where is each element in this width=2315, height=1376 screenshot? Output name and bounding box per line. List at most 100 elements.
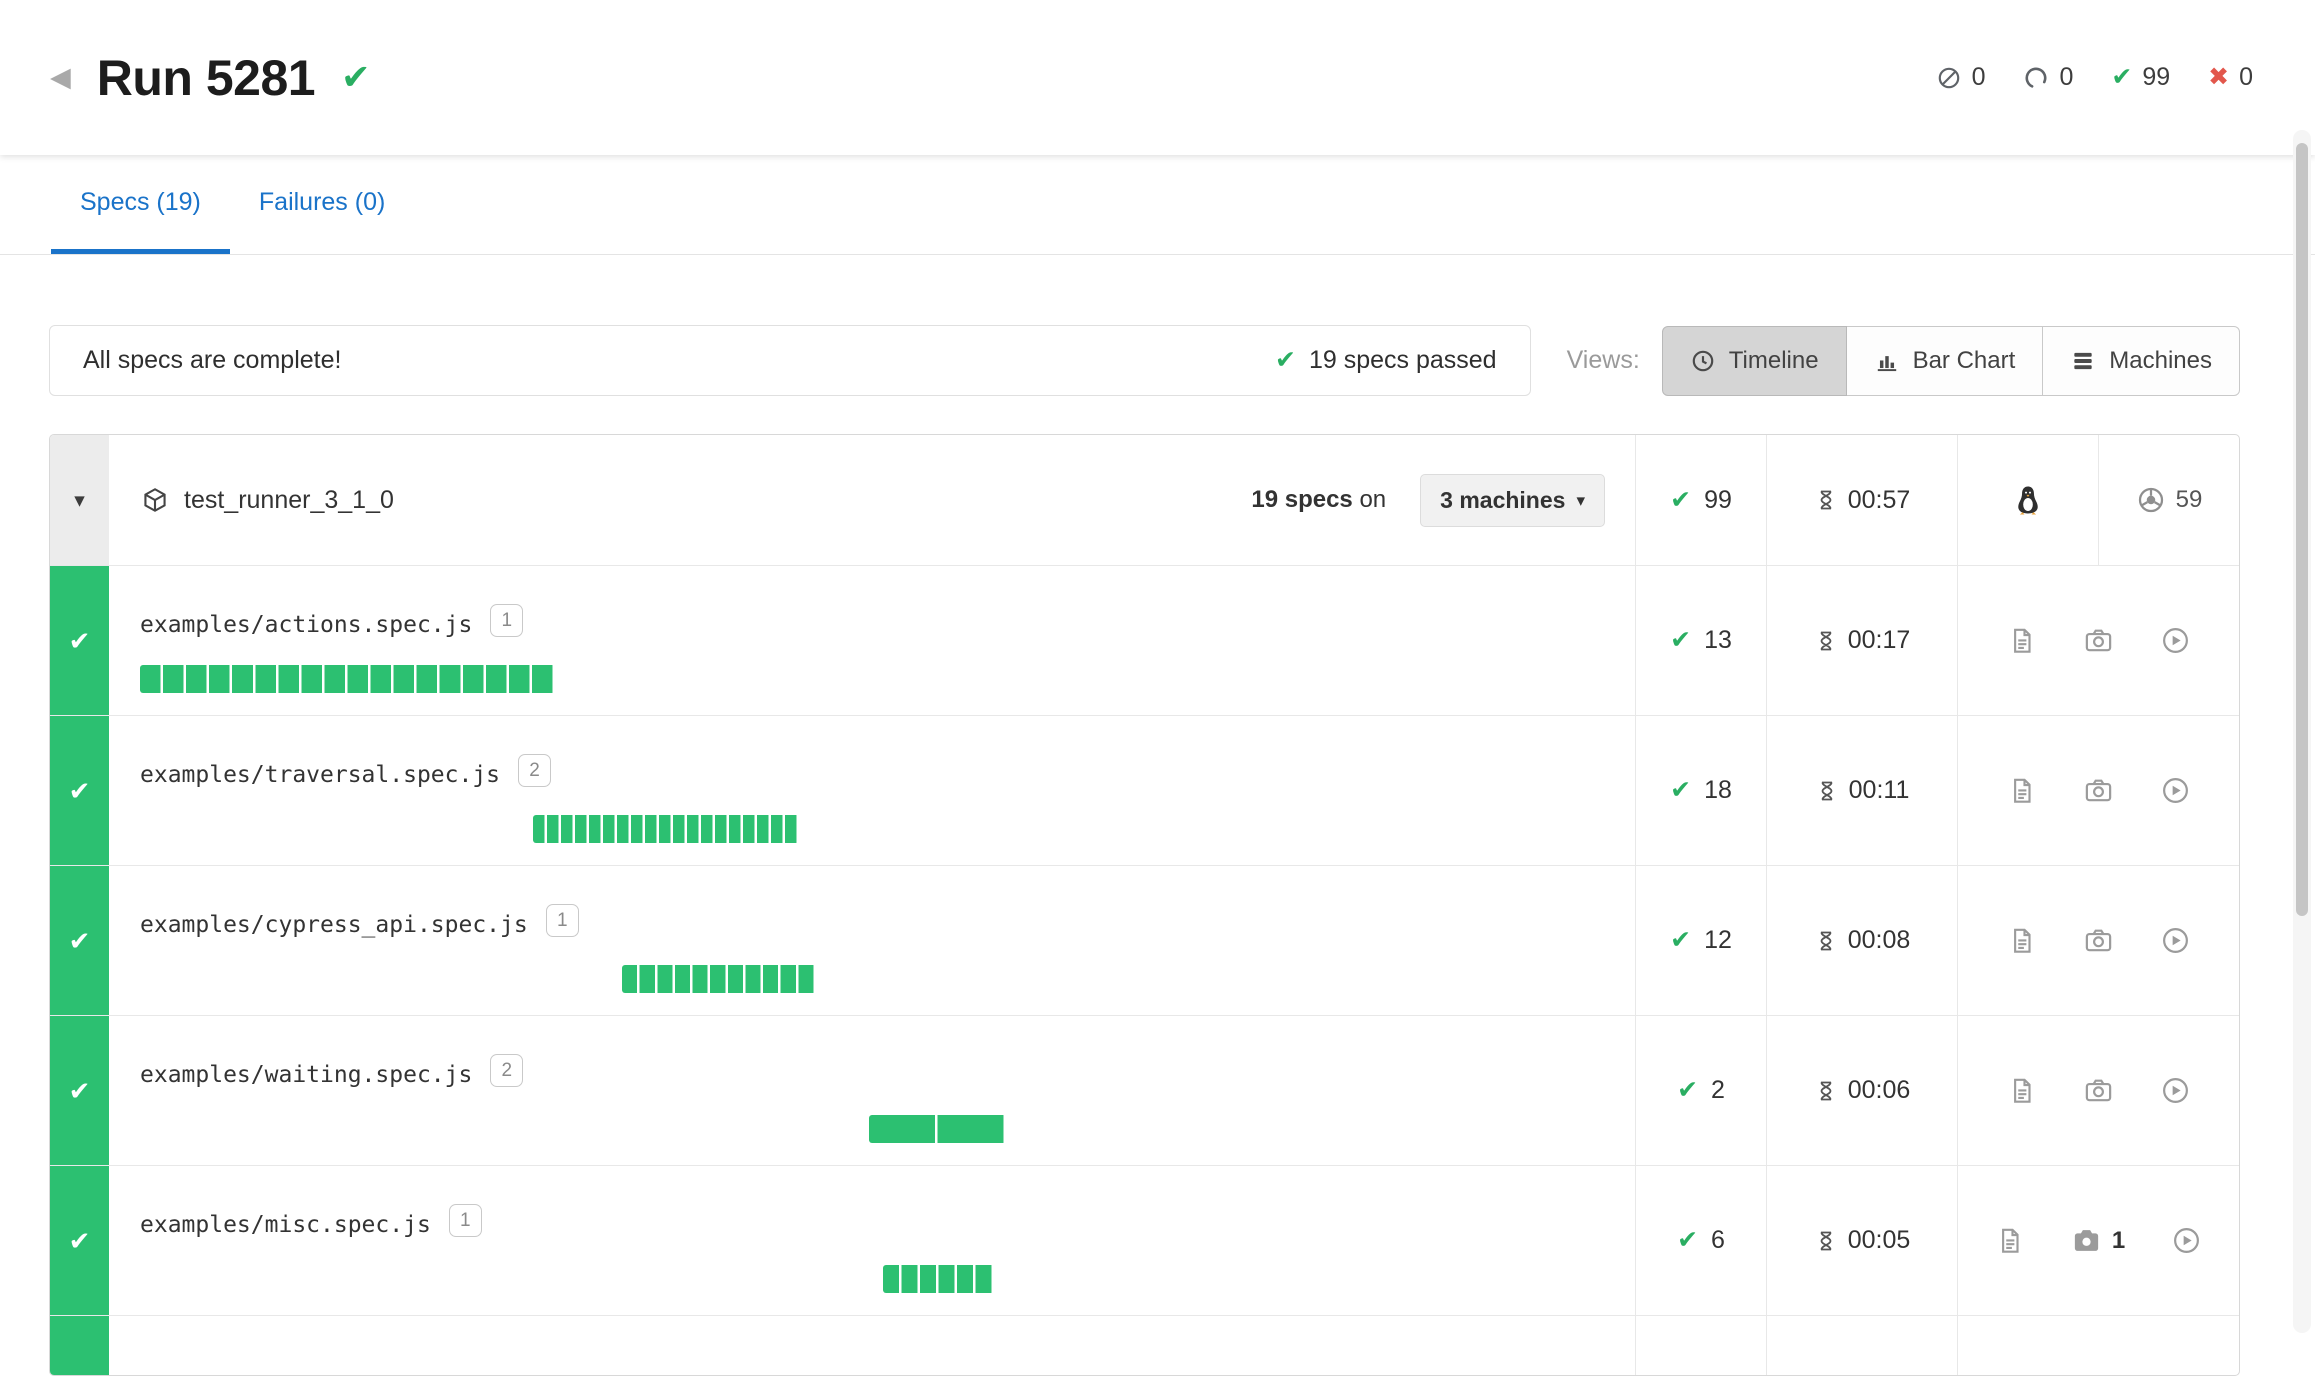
tabs-bar: Specs (19) Failures (0) bbox=[0, 155, 2315, 255]
view-machines-button[interactable]: Machines bbox=[2042, 326, 2240, 396]
spec-artifacts-cell: 1 bbox=[1957, 1166, 2239, 1315]
spec-machine-badge: 1 bbox=[449, 1204, 482, 1237]
os-cell bbox=[1958, 435, 2098, 565]
spec-duration-cell: 00:08 bbox=[1766, 866, 1957, 1015]
spec-duration-cell: 00:17 bbox=[1766, 566, 1957, 715]
views-label: Views: bbox=[1567, 346, 1640, 375]
check-icon: ✔ bbox=[69, 928, 91, 954]
output-log-icon[interactable] bbox=[2007, 776, 2037, 806]
spec-machine-badge: 1 bbox=[546, 904, 579, 937]
screenshots-icon[interactable] bbox=[2083, 625, 2114, 656]
timeline-bar[interactable] bbox=[622, 965, 816, 993]
specs-table: ▾ test_runner_3_1_0 19 specs on 3 machin… bbox=[49, 434, 2240, 1376]
view-timeline-label: Timeline bbox=[1729, 347, 1819, 375]
spec-artifacts-cell bbox=[1957, 1016, 2239, 1165]
output-log-icon[interactable] bbox=[2007, 926, 2037, 956]
spec-duration: 00:06 bbox=[1848, 1076, 1911, 1105]
check-icon: ✔ bbox=[69, 628, 91, 654]
scrollbar-thumb[interactable] bbox=[2296, 143, 2308, 916]
group-duration: 00:57 bbox=[1848, 486, 1911, 515]
group-passed-count: 99 bbox=[1704, 486, 1732, 515]
passed-check-icon: ✔ bbox=[2111, 65, 2132, 90]
output-log-icon[interactable] bbox=[2007, 626, 2037, 656]
spec-passed-cell: ✔ 13 bbox=[1635, 566, 1766, 715]
view-timeline-button[interactable]: Timeline bbox=[1662, 326, 1847, 396]
video-play-icon[interactable] bbox=[2160, 925, 2191, 956]
check-icon: ✔ bbox=[69, 778, 91, 804]
spec-duration-cell: 00:11 bbox=[1766, 716, 1957, 865]
banner-passed-label: 19 specs passed bbox=[1309, 346, 1497, 375]
timeline-bar[interactable] bbox=[869, 1115, 1006, 1143]
tab-specs[interactable]: Specs (19) bbox=[51, 155, 230, 254]
spec-file-name[interactable]: examples/traversal.spec.js bbox=[140, 762, 500, 788]
output-log-icon[interactable] bbox=[2007, 1076, 2037, 1106]
group-specs-summary: 19 specs on bbox=[1251, 486, 1386, 514]
screenshots-with-count[interactable]: 1 bbox=[2071, 1225, 2125, 1256]
tab-failures[interactable]: Failures (0) bbox=[230, 155, 414, 254]
toolbar: All specs are complete! ✔ 19 specs passe… bbox=[49, 325, 2240, 396]
spec-file-name[interactable]: examples/misc.spec.js bbox=[140, 1212, 431, 1238]
check-icon: ✔ bbox=[1670, 928, 1691, 953]
video-play-icon[interactable] bbox=[2171, 1225, 2202, 1256]
group-collapse-button[interactable]: ▾ bbox=[50, 435, 109, 565]
spec-row: ✔ examples/traversal.spec.js 2 ✔ 18 00:1… bbox=[50, 715, 2239, 865]
hourglass-icon bbox=[1814, 629, 1838, 653]
hourglass-icon bbox=[1815, 779, 1839, 803]
timeline-bar[interactable] bbox=[140, 665, 555, 693]
view-bar-chart-label: Bar Chart bbox=[1913, 347, 2016, 375]
spec-file-name[interactable]: examples/waiting.spec.js bbox=[140, 1062, 472, 1088]
video-play-icon[interactable] bbox=[2160, 775, 2191, 806]
output-log-icon[interactable] bbox=[1995, 1226, 2025, 1256]
video-play-icon[interactable] bbox=[2160, 625, 2191, 656]
video-play-icon[interactable] bbox=[2160, 1075, 2191, 1106]
machines-dropdown[interactable]: 3 machines ▾ bbox=[1420, 474, 1605, 527]
check-icon: ✔ bbox=[1677, 1078, 1698, 1103]
hourglass-icon bbox=[1814, 1229, 1838, 1253]
screenshots-icon[interactable] bbox=[2083, 775, 2114, 806]
check-icon: ✔ bbox=[1670, 488, 1691, 513]
spec-status-strip: ✔ bbox=[50, 866, 109, 1015]
spec-cell: examples/misc.spec.js 1 bbox=[109, 1166, 1635, 1315]
spec-file-name[interactable]: examples/cypress_api.spec.js bbox=[140, 912, 528, 938]
screenshots-count: 1 bbox=[2112, 1227, 2125, 1255]
spec-passed-cell: ✔ 12 bbox=[1635, 866, 1766, 1015]
spec-status-strip: ✔ bbox=[50, 1166, 109, 1315]
group-passed-cell: ✔ 99 bbox=[1635, 435, 1766, 565]
group-specs-count: 19 specs bbox=[1251, 486, 1352, 513]
view-bar-chart-button[interactable]: Bar Chart bbox=[1846, 326, 2044, 396]
timeline-bar[interactable] bbox=[533, 815, 799, 843]
tab-failures-label: Failures (0) bbox=[259, 188, 385, 217]
stat-pending: 0 bbox=[2023, 63, 2073, 92]
view-switcher: Timeline Bar Chart Machines bbox=[1662, 326, 2240, 396]
spec-machine-badge: 1 bbox=[490, 604, 523, 637]
machines-icon bbox=[2070, 348, 2096, 374]
stat-passed: ✔ 99 bbox=[2111, 63, 2170, 92]
bar-chart-icon bbox=[1874, 348, 1900, 374]
hourglass-icon bbox=[1814, 488, 1838, 512]
screenshots-icon[interactable] bbox=[2083, 1075, 2114, 1106]
group-info-cell: test_runner_3_1_0 19 specs on 3 machines… bbox=[109, 435, 1635, 565]
hourglass-icon bbox=[1814, 1079, 1838, 1103]
spec-status-strip: ✔ bbox=[50, 1016, 109, 1165]
failed-x-icon: ✖ bbox=[2208, 65, 2229, 90]
timeline-bar[interactable] bbox=[883, 1265, 994, 1293]
spec-file-name[interactable]: examples/actions.spec.js bbox=[140, 612, 472, 638]
screenshots-icon[interactable] bbox=[2083, 925, 2114, 956]
spec-status-strip: ✔ bbox=[50, 566, 109, 715]
package-icon bbox=[141, 486, 169, 514]
header: ◀ Run 5281 ✔ 0 0 ✔ 99 ✖ 0 bbox=[0, 0, 2315, 155]
group-name: test_runner_3_1_0 bbox=[184, 486, 394, 515]
stat-passed-count: 99 bbox=[2142, 63, 2170, 92]
spec-duration-cell: 00:06 bbox=[1766, 1016, 1957, 1165]
back-button[interactable]: ◀ bbox=[50, 64, 71, 91]
browser-cell: 59 bbox=[2098, 435, 2239, 565]
check-icon: ✔ bbox=[1670, 628, 1691, 653]
stat-failed-count: 0 bbox=[2239, 63, 2253, 92]
spec-row-partial bbox=[50, 1315, 2239, 1375]
spec-machine-badge: 2 bbox=[490, 1054, 523, 1087]
spec-passed-cell: ✔ 18 bbox=[1635, 716, 1766, 865]
spec-passed-cell: ✔ 2 bbox=[1635, 1016, 1766, 1165]
check-icon: ✔ bbox=[69, 1078, 91, 1104]
chevron-down-icon: ▾ bbox=[1576, 492, 1585, 509]
spec-duration-cell: 00:05 bbox=[1766, 1166, 1957, 1315]
